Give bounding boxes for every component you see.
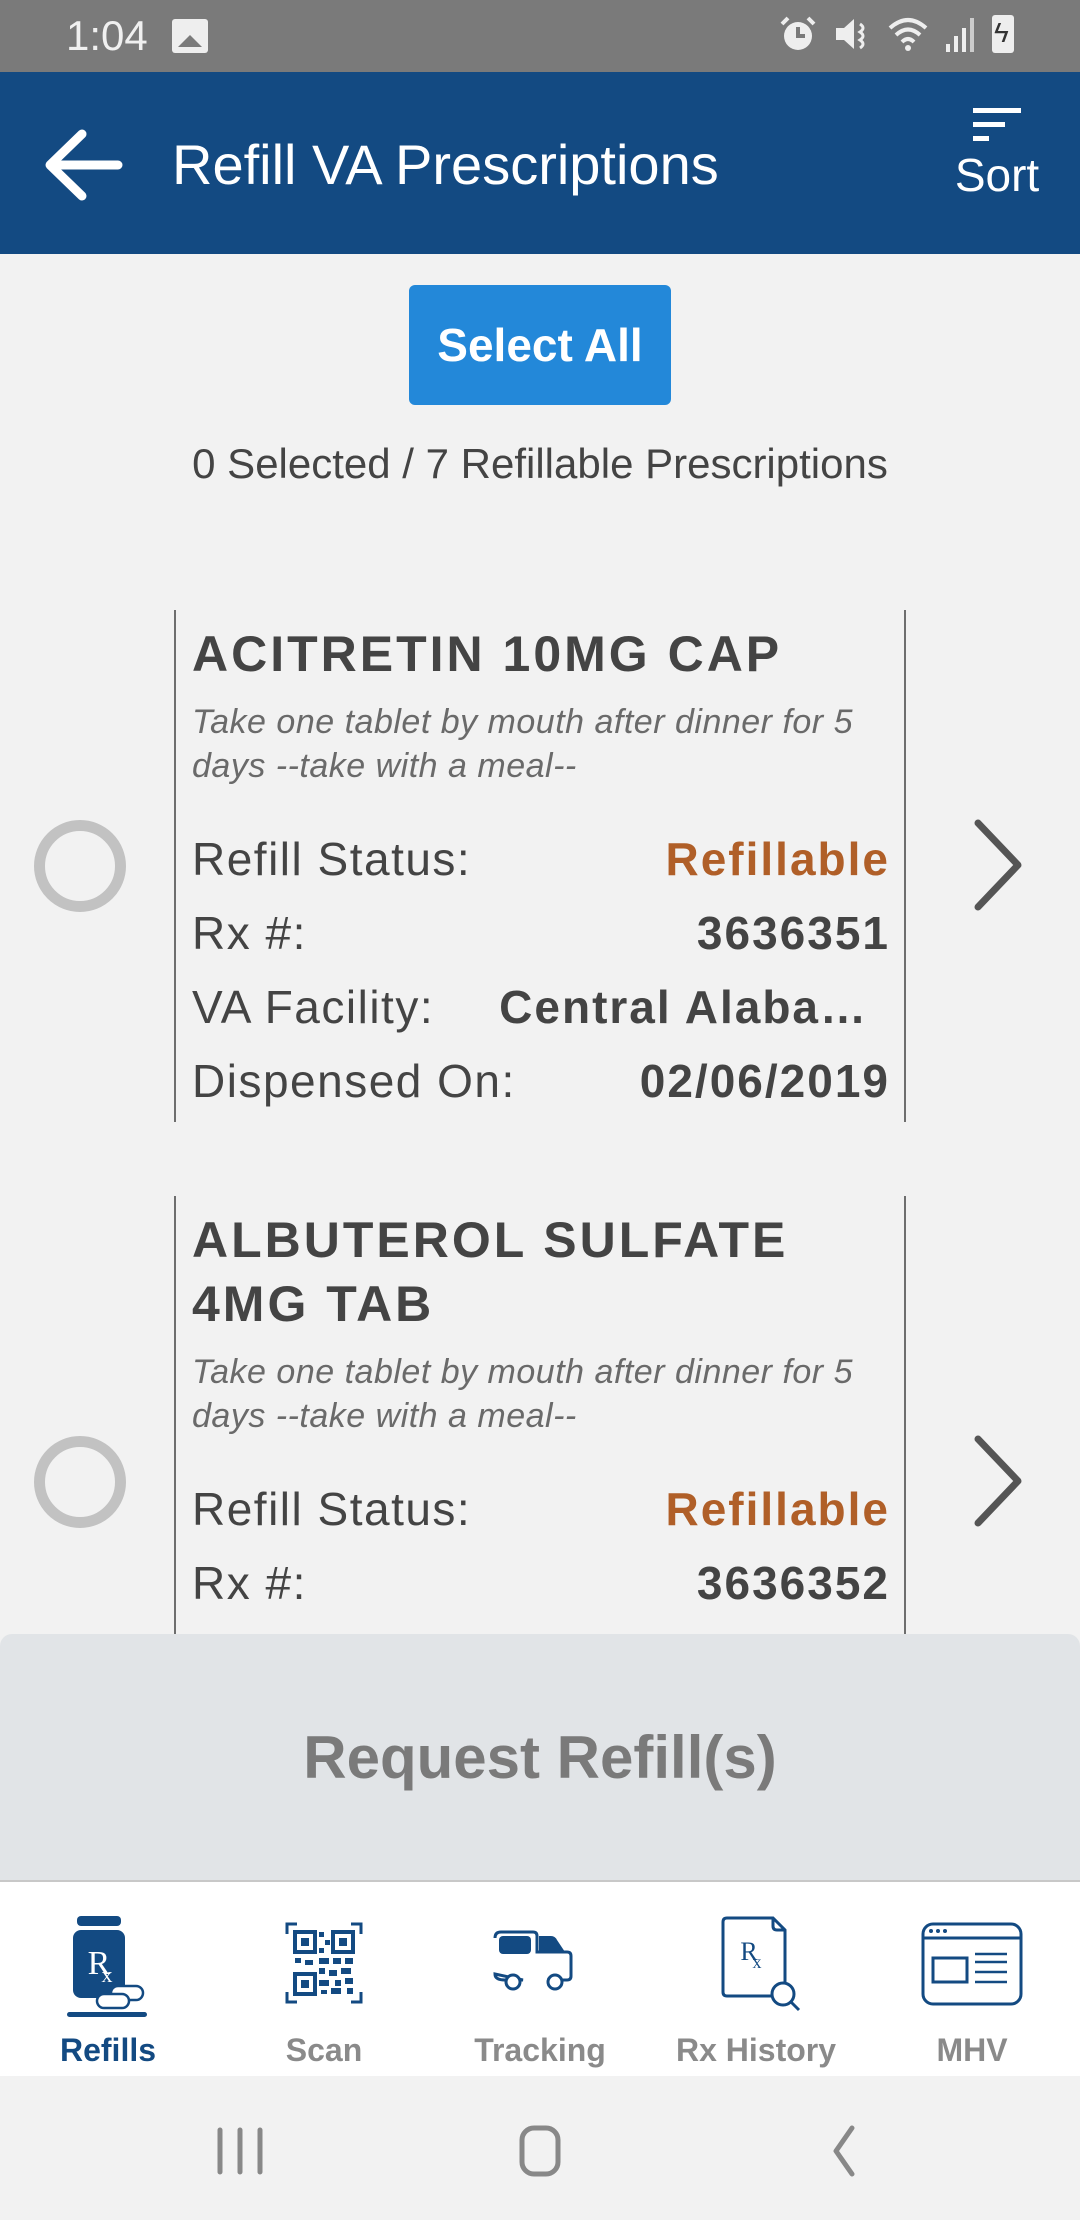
mute-icon xyxy=(836,19,865,50)
chevron-right-icon[interactable] xyxy=(968,815,1028,915)
prescription-fields: Refill Status: Refillable Rx #: 3636352 xyxy=(192,1482,890,1630)
select-radio[interactable] xyxy=(34,820,126,912)
status-time: 1:04 xyxy=(66,12,148,59)
tab-tracking[interactable]: Tracking xyxy=(432,1882,648,2076)
tab-label: Refills xyxy=(59,2032,157,2068)
prescription-item[interactable]: ALBUTEROL SULFATE 4MG TAB Take one table… xyxy=(0,1196,1080,1634)
tab-refills[interactable]: R x Refills xyxy=(0,1882,216,2076)
rx-number-row: Rx #: 3636352 xyxy=(192,1556,890,1630)
home-icon[interactable] xyxy=(500,2116,580,2186)
chevron-right-icon[interactable] xyxy=(968,1431,1028,1531)
rx-number-row: Rx #: 3636351 xyxy=(192,906,890,980)
tab-label: Scan xyxy=(285,2032,363,2068)
sort-icon xyxy=(973,108,1021,144)
qr-code-icon xyxy=(285,1922,363,2004)
svg-text:x: x xyxy=(753,1952,762,1972)
prescription-name: ACITRETIN 10MG CAP xyxy=(192,626,783,682)
tab-rx-history[interactable]: R x Rx History xyxy=(648,1882,864,2076)
battery-charging-icon xyxy=(992,15,1014,53)
prescription-item[interactable]: ACITRETIN 10MG CAP Take one tablet by mo… xyxy=(0,610,1080,1196)
tab-label: Rx History xyxy=(675,2032,837,2068)
va-facility-row: VA Facility: Central Alaba… xyxy=(192,980,890,1054)
truck-icon xyxy=(493,1930,573,1991)
dispensed-on-value: 02/06/2019 xyxy=(639,1055,890,1107)
status-bar: 1:04 xyxy=(0,0,1080,72)
dispensed-on-label: Dispensed On: xyxy=(192,1055,516,1107)
alarm-icon xyxy=(780,16,816,50)
sort-label: Sort xyxy=(954,149,1040,201)
rx-bottle-icon: R x xyxy=(67,1916,147,2017)
refill-status-label: Refill Status: xyxy=(192,833,472,885)
prescription-sig: Take one tablet by mouth after dinner fo… xyxy=(192,703,853,785)
back-nav-icon[interactable] xyxy=(804,2116,884,2186)
prescription-card[interactable]: ACITRETIN 10MG CAP Take one tablet by mo… xyxy=(174,610,906,1122)
prescription-name: ALBUTEROL SULFATE 4MG TAB xyxy=(192,1212,789,1332)
arrow-left-icon xyxy=(45,129,123,201)
prescription-sig: Take one tablet by mouth after dinner fo… xyxy=(192,1353,853,1435)
rx-number-value: 3636352 xyxy=(696,1557,890,1609)
back-button[interactable] xyxy=(40,120,130,210)
prescription-list[interactable]: ACITRETIN 10MG CAP Take one tablet by mo… xyxy=(0,610,1080,1634)
tab-scan[interactable]: Scan xyxy=(216,1882,432,2076)
request-refills-button[interactable]: Request Refill(s) xyxy=(0,1634,1080,1880)
prescription-card[interactable]: ALBUTEROL SULFATE 4MG TAB Take one table… xyxy=(174,1196,906,1634)
tab-label: Tracking xyxy=(474,2032,606,2068)
svg-text:x: x xyxy=(102,1962,113,1987)
tab-label: MHV xyxy=(936,2032,1008,2068)
rx-number-label: Rx #: xyxy=(192,1557,307,1609)
dispensed-on-row: Dispensed On: 02/06/2019 xyxy=(192,1054,890,1128)
rx-document-search-icon: R x xyxy=(721,1916,801,2012)
selection-count: 0 Selected / 7 Refillable Prescriptions xyxy=(192,440,888,487)
status-icons xyxy=(778,14,1014,54)
va-facility-value: Central Alaba… xyxy=(499,981,868,1033)
refill-status-label: Refill Status: xyxy=(192,1483,472,1535)
page-title: Refill VA Prescriptions xyxy=(172,133,719,196)
rx-number-value: 3636351 xyxy=(696,907,890,959)
tab-mhv[interactable]: MHV xyxy=(864,1882,1080,2076)
va-facility-label: VA Facility: xyxy=(192,981,435,1033)
image-icon xyxy=(172,19,208,53)
app-bar: Refill VA Prescriptions Sort xyxy=(0,72,1080,254)
system-nav-bar xyxy=(0,2076,1080,2220)
refill-status-value: Refillable xyxy=(665,833,890,885)
prescription-fields: Refill Status: Refillable Rx #: 3636351 … xyxy=(192,832,890,1128)
signal-icon xyxy=(946,18,974,52)
select-all-button[interactable]: Select All xyxy=(409,285,671,405)
refill-status-row: Refill Status: Refillable xyxy=(192,1482,890,1556)
bottom-tab-bar: R x Refills Scan Tracking R x Rx History… xyxy=(0,1880,1080,2076)
rx-number-label: Rx #: xyxy=(192,907,307,959)
sort-button[interactable]: Sort xyxy=(942,108,1052,218)
recent-apps-icon[interactable] xyxy=(200,2116,280,2186)
refill-status-row: Refill Status: Refillable xyxy=(192,832,890,906)
select-radio[interactable] xyxy=(34,1436,126,1528)
wifi-icon xyxy=(888,18,928,51)
browser-window-icon xyxy=(921,1922,1023,2006)
refill-status-value: Refillable xyxy=(665,1483,890,1535)
